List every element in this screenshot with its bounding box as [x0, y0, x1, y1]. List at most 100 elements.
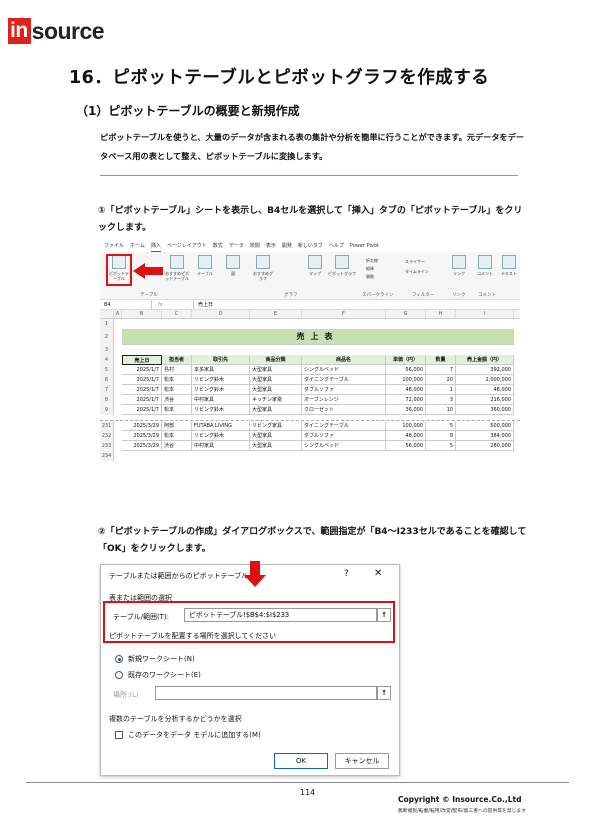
table-cell[interactable]: 2025/3/29: [122, 421, 162, 431]
sparkline-column[interactable]: 縦棒: [366, 265, 378, 273]
menu-page-layout[interactable]: ページレイアウト: [167, 241, 207, 252]
table-cell[interactable]: 中村家具: [192, 441, 250, 451]
table-cell[interactable]: 松本: [162, 375, 192, 385]
sparkline-buttons[interactable]: 折れ線 縦棒 勝敗: [366, 257, 378, 281]
table-cell[interactable]: 48,000: [456, 385, 514, 395]
existing-worksheet-label[interactable]: 既存のワークシート(E): [128, 670, 201, 680]
table-cell[interactable]: ダイニングテーブル: [302, 421, 386, 431]
sheet-title[interactable]: 売上表: [122, 329, 514, 345]
table-cell[interactable]: 2025/1/7: [122, 385, 162, 395]
table-cell[interactable]: 216,000: [456, 395, 514, 405]
ok-button[interactable]: OK: [274, 753, 328, 769]
table-cell[interactable]: 島村: [162, 365, 192, 375]
table-cell[interactable]: 5: [426, 441, 456, 451]
recommended-pivot-button[interactable]: おすすめピボットテーブル: [164, 255, 190, 281]
menu-review[interactable]: 校閲: [250, 241, 260, 252]
sparkline-winloss[interactable]: 勝敗: [366, 273, 378, 281]
table-cell[interactable]: リビング鈴木: [192, 375, 250, 385]
menu-data[interactable]: データ: [229, 241, 244, 252]
table-cell[interactable]: 大型家具: [250, 375, 302, 385]
table-button[interactable]: テーブル: [194, 255, 216, 276]
table-cell[interactable]: 56,000: [386, 441, 426, 451]
illustration-button[interactable]: 図: [224, 255, 242, 276]
pivot-chart-button[interactable]: ピボットグラフ: [328, 255, 356, 276]
table-cell[interactable]: シングルベッド: [302, 365, 386, 375]
add-data-model-checkbox[interactable]: [115, 731, 123, 739]
filter-buttons[interactable]: スライサー タイムライン: [405, 257, 429, 277]
table-cell[interactable]: リビング家具: [250, 421, 302, 431]
col-d[interactable]: D: [192, 310, 250, 318]
menu-view[interactable]: 表示: [266, 241, 276, 252]
recommended-chart-button[interactable]: おすすめグラフ: [252, 255, 274, 281]
menu-developer[interactable]: 開発: [282, 241, 292, 252]
header-category[interactable]: 商品分類: [250, 355, 302, 365]
table-cell[interactable]: 280,000: [456, 441, 514, 451]
table-cell[interactable]: 360,000: [456, 405, 514, 415]
timeline-button[interactable]: タイムライン: [405, 267, 429, 277]
menu-help[interactable]: ヘルプ: [329, 241, 344, 252]
table-cell[interactable]: 2025/3/29: [122, 431, 162, 441]
table-cell[interactable]: リビング鈴木: [192, 385, 250, 395]
table-cell[interactable]: 392,000: [456, 365, 514, 375]
table-cell[interactable]: キッチン家電: [250, 395, 302, 405]
header-unit-price[interactable]: 単価（円）: [386, 355, 426, 365]
help-icon[interactable]: ?: [344, 569, 349, 579]
comment-button[interactable]: コメント: [476, 255, 494, 276]
col-b[interactable]: B: [122, 310, 162, 318]
table-cell[interactable]: 2025/1/7: [122, 405, 162, 415]
table-cell[interactable]: 2,000,000: [456, 375, 514, 385]
col-f[interactable]: F: [302, 310, 386, 318]
add-data-model-label[interactable]: このデータをデータ モデルに追加する(M): [128, 730, 261, 740]
table-cell[interactable]: リビング鈴木: [192, 431, 250, 441]
table-cell[interactable]: 大型家具: [250, 365, 302, 375]
col-c[interactable]: C: [162, 310, 192, 318]
fx-icon[interactable]: fx: [152, 300, 194, 309]
col-e[interactable]: E: [250, 310, 302, 318]
col-g[interactable]: G: [386, 310, 426, 318]
close-icon[interactable]: ✕: [374, 568, 382, 579]
table-cell[interactable]: 7: [426, 365, 456, 375]
menu-formulas[interactable]: 数式: [213, 241, 223, 252]
header-client[interactable]: 取引先: [192, 355, 250, 365]
cancel-button[interactable]: キャンセル: [335, 753, 389, 769]
formula-input[interactable]: 売上日: [194, 300, 213, 309]
menu-home[interactable]: ホーム: [130, 241, 145, 252]
table-cell[interactable]: 渋谷: [162, 395, 192, 405]
menu-file[interactable]: ファイル: [104, 241, 124, 252]
table-cell[interactable]: 大型家具: [250, 405, 302, 415]
table-cell[interactable]: 384,000: [456, 431, 514, 441]
table-cell[interactable]: ダブルソファ: [302, 385, 386, 395]
range-input[interactable]: ピボットテーブル!$B$4:$I$233: [184, 608, 377, 622]
table-cell[interactable]: オーブンレンジ: [302, 395, 386, 405]
table-cell[interactable]: 渋谷: [162, 441, 192, 451]
table-cell[interactable]: 3: [426, 395, 456, 405]
table-cell[interactable]: 本多家具: [192, 365, 250, 375]
text-button[interactable]: テキスト: [500, 255, 518, 276]
new-worksheet-label[interactable]: 新規ワークシート(N): [128, 654, 195, 664]
table-cell[interactable]: クローゼット: [302, 405, 386, 415]
table-cell[interactable]: 中村家具: [192, 395, 250, 405]
table-cell[interactable]: 大型家具: [250, 385, 302, 395]
col-i[interactable]: I: [456, 310, 514, 318]
table-cell[interactable]: 100,000: [386, 421, 426, 431]
name-box[interactable]: B4: [100, 300, 152, 309]
table-cell[interactable]: 1: [426, 385, 456, 395]
radio-new-worksheet[interactable]: [115, 655, 123, 663]
header-amount[interactable]: 売上金額（円）: [456, 355, 514, 365]
table-cell[interactable]: 56,000: [386, 365, 426, 375]
radio-existing-worksheet[interactable]: [115, 671, 123, 679]
table-cell[interactable]: 5: [426, 421, 456, 431]
table-cell[interactable]: FUTABA LIVING: [192, 421, 250, 431]
table-cell[interactable]: 大型家具: [250, 441, 302, 451]
table-cell[interactable]: 72,000: [386, 395, 426, 405]
table-cell[interactable]: 8: [426, 431, 456, 441]
table-cell[interactable]: 100,000: [386, 375, 426, 385]
table-cell[interactable]: 松本: [162, 385, 192, 395]
table-cell[interactable]: 500,000: [456, 421, 514, 431]
table-cell[interactable]: 36,000: [386, 405, 426, 415]
table-cell[interactable]: 2025/1/7: [122, 365, 162, 375]
slicer-button[interactable]: スライサー: [405, 257, 429, 267]
table-cell[interactable]: ダブルソファ: [302, 431, 386, 441]
col-h[interactable]: H: [426, 310, 456, 318]
link-button[interactable]: リンク: [452, 255, 466, 276]
